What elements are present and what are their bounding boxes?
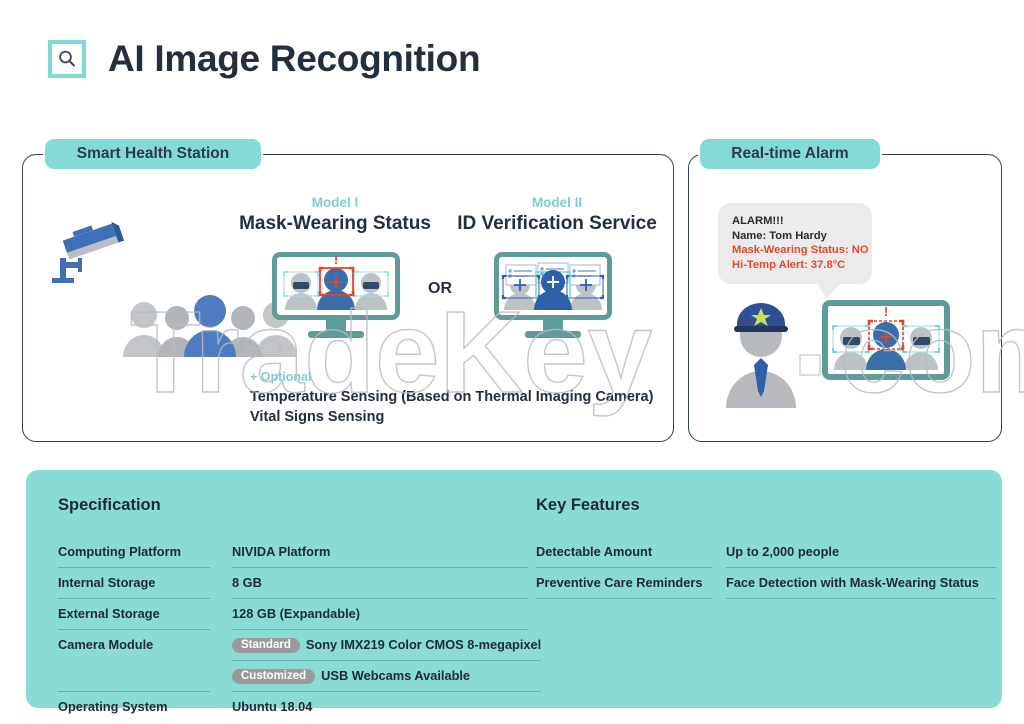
optional-kicker: + Optional bbox=[250, 370, 312, 384]
model-1-title: Mask-Wearing Status bbox=[239, 213, 431, 234]
feature-key: Preventive Care Reminders bbox=[536, 568, 712, 599]
feature-value: Face Detection with Mask-Wearing Status bbox=[726, 568, 996, 599]
standard-chip: Standard bbox=[232, 637, 300, 653]
specification-heading: Specification bbox=[58, 496, 161, 514]
panel-tab-smart-health-station: Smart Health Station bbox=[45, 139, 261, 169]
model-2-title: ID Verification Service bbox=[457, 213, 657, 234]
alarm-line-name: Name: Tom Hardy bbox=[732, 229, 827, 242]
table-row: Internal Storage 8 GB bbox=[58, 568, 528, 599]
alarm-line-temp: Hi-Temp Alert: 37.8°C bbox=[732, 258, 846, 271]
table-row: Operating System Ubuntu 18.04 bbox=[58, 692, 528, 723]
key-features-table: Key Features Detectable Amount Up to 2,0… bbox=[536, 496, 996, 599]
optional-line-1: Temperature Sensing (Based on Thermal Im… bbox=[250, 389, 654, 405]
page-header: AI Image Recognition bbox=[48, 38, 481, 80]
security-guard-illustration bbox=[706, 298, 816, 413]
customized-chip: Customized bbox=[232, 668, 316, 684]
optional-features: + Optional Temperature Sensing (Based on… bbox=[250, 370, 653, 427]
spec-value-text: Sony IMX219 Color CMOS 8-megapixel bbox=[305, 637, 542, 652]
page-title: AI Image Recognition bbox=[108, 38, 481, 79]
alarm-line-mask-status: Mask-Wearing Status: NO bbox=[732, 244, 869, 256]
alarm-line-title: ALARM!!! bbox=[732, 215, 784, 227]
table-row: Computing Platform NIVIDA Platform bbox=[58, 537, 528, 568]
svg-text:!: ! bbox=[884, 304, 888, 319]
search-icon bbox=[48, 40, 86, 78]
specification-panel: Specification Computing Platform NIVIDA … bbox=[26, 470, 1002, 714]
or-label: OR bbox=[428, 280, 452, 297]
table-row: Preventive Care Reminders Face Detection… bbox=[536, 568, 996, 599]
optional-line-2: Vital Signs Sensing bbox=[250, 409, 385, 425]
spec-value: Ubuntu 18.04 bbox=[232, 699, 313, 714]
spec-key: Computing Platform bbox=[58, 537, 210, 568]
svg-text:!: ! bbox=[334, 252, 338, 267]
key-features-heading: Key Features bbox=[536, 496, 640, 514]
spec-value-text: USB Webcams Available bbox=[321, 668, 471, 683]
alarm-speech-bubble: ALARM!!! Name: Tom Hardy Mask-Wearing St… bbox=[718, 203, 872, 299]
spec-value: NIVIDA Platform bbox=[232, 537, 528, 568]
model-2-kicker: Model II bbox=[531, 195, 583, 210]
cctv-camera-icon bbox=[38, 218, 125, 289]
table-row: Camera Module Standard Sony IMX219 Color … bbox=[58, 630, 542, 692]
panel-tab-real-time-alarm: Real-time Alarm bbox=[700, 139, 880, 169]
spec-value-standard: Standard Sony IMX219 Color CMOS 8-megapix… bbox=[232, 630, 542, 661]
spec-value: 128 GB (Expandable) bbox=[232, 599, 528, 630]
spec-value-customized: Customized USB Webcams Available bbox=[232, 661, 542, 692]
spec-key: Camera Module bbox=[58, 630, 210, 692]
spec-value: 8 GB bbox=[232, 568, 528, 599]
spec-key: External Storage bbox=[58, 599, 210, 630]
model-1-kicker: Model I bbox=[311, 195, 359, 210]
table-row: External Storage 128 GB (Expandable) bbox=[58, 599, 528, 630]
table-row: Detectable Amount Up to 2,000 people bbox=[536, 537, 996, 568]
feature-key: Detectable Amount bbox=[536, 537, 712, 568]
model-2-heading: Model II ID Verification Service bbox=[450, 195, 664, 235]
specification-table: Specification Computing Platform NIVIDA … bbox=[58, 496, 542, 723]
feature-value: Up to 2,000 people bbox=[726, 537, 996, 568]
speech-bubble-tail bbox=[817, 282, 842, 299]
model-1-heading: Model I Mask-Wearing Status bbox=[228, 195, 442, 235]
spec-key: Operating System bbox=[58, 699, 168, 714]
spec-key: Internal Storage bbox=[58, 568, 210, 599]
